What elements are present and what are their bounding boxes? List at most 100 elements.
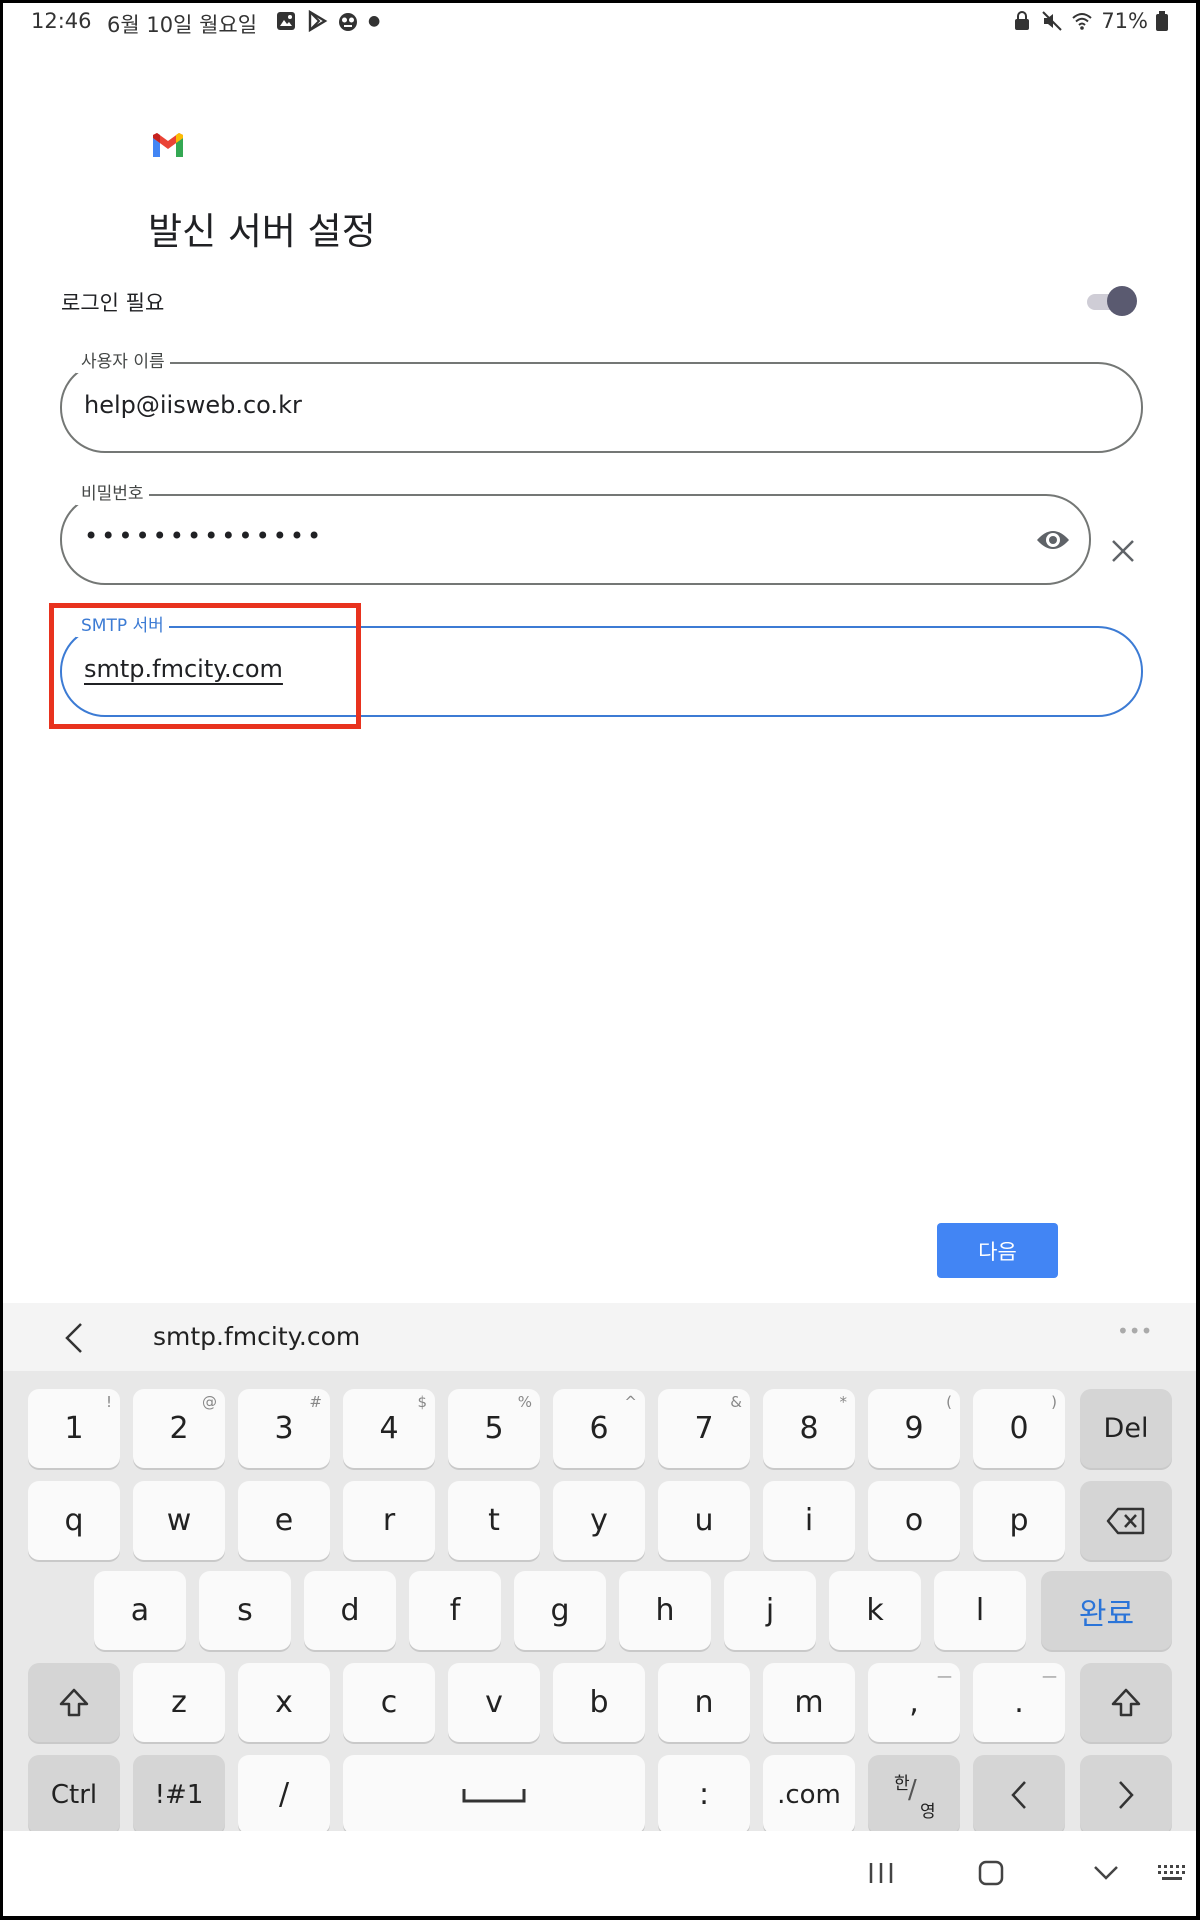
suggestion-text[interactable]: smtp.fmcity.com (153, 1322, 360, 1351)
more-notifications-dot: ● (368, 13, 381, 29)
system-icons: 71% (1011, 9, 1168, 33)
wifi-icon (1072, 13, 1092, 30)
key-comma[interactable]: , — (868, 1663, 960, 1742)
red-highlight-box (49, 603, 361, 729)
password-field[interactable]: 비밀번호 •••••••••••••• (60, 483, 1091, 585)
key-4[interactable]: 4 $ (343, 1389, 435, 1468)
status-time: 12:46 (31, 9, 92, 33)
done-label: 완료 (1078, 1596, 1135, 1632)
key-r[interactable]: r (343, 1481, 435, 1560)
key-7[interactable]: 7 & (658, 1389, 750, 1468)
next-button[interactable]: 다음 (937, 1223, 1058, 1278)
space-icon (462, 1788, 526, 1802)
shift-key-right[interactable] (1080, 1663, 1172, 1742)
key-e[interactable]: e (238, 1481, 330, 1560)
delete-key[interactable]: Del (1080, 1389, 1172, 1468)
status-date: 6월 10일 월요일 (107, 13, 258, 37)
shift-icon (59, 1688, 89, 1716)
key-p[interactable]: p (973, 1481, 1065, 1560)
play-store-icon (308, 10, 328, 32)
key-6[interactable]: 6 ^ (553, 1389, 645, 1468)
login-required-label: 로그인 필요 (61, 291, 165, 315)
password-value: •••••••••••••• (84, 522, 325, 550)
gmail-logo (153, 133, 183, 157)
close-icon[interactable] (1109, 537, 1137, 565)
key-v[interactable]: v (448, 1663, 540, 1742)
key-z[interactable]: z (133, 1663, 225, 1742)
space-key[interactable] (343, 1755, 645, 1834)
key-1[interactable]: 1! (28, 1389, 120, 1468)
more-options-icon[interactable]: ••• (1117, 1319, 1152, 1343)
key-q[interactable]: q (28, 1481, 120, 1560)
done-key[interactable]: 완료 (1041, 1571, 1172, 1650)
lock-app-icon (1015, 11, 1030, 30)
password-label: 비밀번호 (76, 483, 149, 505)
key-9[interactable]: 9( (868, 1389, 960, 1468)
screen: 12:46 6월 10일 월요일 ● 71% 발신 서버 설정 로그인 필요 사… (3, 3, 1196, 1916)
cursor-left-key[interactable] (973, 1755, 1065, 1834)
cursor-right-key[interactable] (1080, 1755, 1172, 1834)
key-f[interactable]: f (409, 1571, 501, 1650)
status-bar: 12:46 6월 10일 월요일 ● 71% (3, 3, 1196, 43)
key-a[interactable]: a (94, 1571, 186, 1650)
key-t[interactable]: t (448, 1481, 540, 1560)
key-s[interactable]: s (199, 1571, 291, 1650)
symbols-key[interactable]: !#1 (133, 1755, 225, 1834)
key-colon[interactable]: : (658, 1755, 750, 1834)
key-period[interactable]: . — (973, 1663, 1065, 1742)
battery-percent: 71% (1101, 9, 1148, 33)
backspace-key[interactable] (1080, 1481, 1172, 1560)
home-icon[interactable] (971, 1853, 1011, 1893)
key-i[interactable]: i (763, 1481, 855, 1560)
key-k[interactable]: k (829, 1571, 921, 1650)
keyboard-suggestion-bar: smtp.fmcity.com ••• (3, 1303, 1196, 1371)
chevron-left-icon (1011, 1780, 1026, 1809)
navigation-bar (3, 1831, 1196, 1916)
toggle-thumb (1107, 286, 1137, 316)
ctrl-key[interactable]: Ctrl (28, 1755, 120, 1834)
key-w[interactable]: w (133, 1481, 225, 1560)
app-notification-icon (339, 13, 357, 31)
battery-icon (1156, 11, 1168, 31)
show-password-eye-icon[interactable] (1035, 527, 1071, 553)
key-g[interactable]: g (514, 1571, 606, 1650)
username-label: 사용자 이름 (76, 351, 170, 373)
mute-icon (1042, 11, 1063, 31)
recent-apps-icon[interactable] (861, 1853, 901, 1893)
key-2[interactable]: 2 @ (133, 1389, 225, 1468)
key-u[interactable]: u (658, 1481, 750, 1560)
key-3[interactable]: 3 # (238, 1389, 330, 1468)
key-8[interactable]: 8 * (763, 1389, 855, 1468)
chevron-right-icon (1119, 1780, 1134, 1809)
key-x[interactable]: x (238, 1663, 330, 1742)
key-m[interactable]: m (763, 1663, 855, 1742)
keyboard: 1! 2 @ 3 # 4 $ 5% 6 ^ 7 & 8 * 9( 0) Del q w e … (3, 1371, 1196, 1834)
key-slash[interactable]: / (238, 1755, 330, 1834)
dotcom-key[interactable]: .com (763, 1755, 855, 1834)
key-j[interactable]: j (724, 1571, 816, 1650)
lang-english-label: 영 (920, 1802, 936, 1822)
notification-icons: ● (275, 10, 380, 32)
shift-icon (1111, 1688, 1141, 1716)
chevron-left-icon[interactable] (61, 1321, 87, 1355)
key-c[interactable]: c (343, 1663, 435, 1742)
keyboard-icon[interactable] (1153, 1853, 1193, 1893)
key-h[interactable]: h (619, 1571, 711, 1650)
backspace-icon (1106, 1507, 1145, 1534)
key-d[interactable]: d (304, 1571, 396, 1650)
key-l[interactable]: l (934, 1571, 1026, 1650)
key-n[interactable]: n (658, 1663, 750, 1742)
username-value: help@iisweb.co.kr (84, 391, 302, 419)
key-0[interactable]: 0) (973, 1389, 1065, 1468)
username-field[interactable]: 사용자 이름 help@iisweb.co.kr (60, 351, 1143, 453)
key-b[interactable]: b (553, 1663, 645, 1742)
login-required-toggle[interactable] (1085, 286, 1137, 316)
gallery-icon (277, 12, 295, 30)
key-o[interactable]: o (868, 1481, 960, 1560)
shift-key-left[interactable] (28, 1663, 120, 1742)
lang-separator: / (908, 1775, 917, 1805)
key-5[interactable]: 5% (448, 1389, 540, 1468)
key-y[interactable]: y (553, 1481, 645, 1560)
language-switch-key[interactable]: 한 / 영 (868, 1755, 960, 1834)
hide-keyboard-icon[interactable] (1086, 1853, 1126, 1893)
